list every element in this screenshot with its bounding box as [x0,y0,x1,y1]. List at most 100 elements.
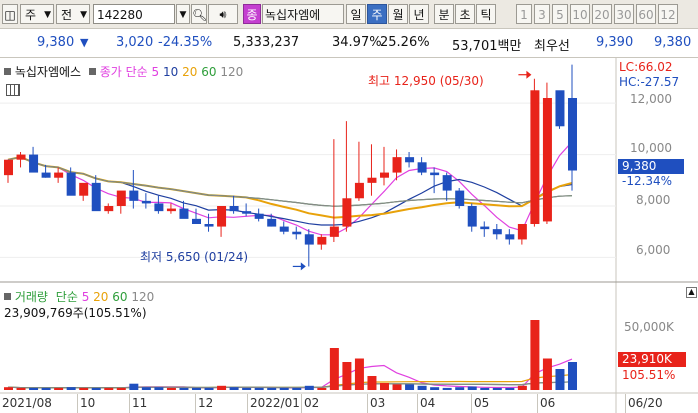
period-button-3[interactable]: 년 [409,4,429,24]
period-button-1[interactable]: 주 [367,4,387,24]
candle-body [129,190,139,201]
period-button-6[interactable]: 틱 [476,4,496,24]
x-tick-3: 12 [198,396,214,410]
candle-body [204,224,214,227]
ma60-label: 60 [201,65,217,79]
y-tick-10000: 10,000 [630,141,672,155]
ma120-label: 120 [220,65,244,79]
candle-body [568,98,577,171]
search-button[interactable]: 🔍︎ [191,4,207,24]
volume-current-tag: 23,910K [618,352,686,367]
hc-label: HC:-27.57 [619,75,680,89]
x-tick-2: 11 [132,396,148,410]
volume-bar [279,387,289,390]
chevron-down-icon: ▼ [44,10,51,20]
period-button-2[interactable]: 월 [388,4,408,24]
speaker-icon: 🔊︎ [219,8,227,21]
vma5-label: 5 [81,290,90,304]
sound-button[interactable]: 🔊︎ [208,4,238,24]
interval-button-1[interactable]: 1 [516,4,532,24]
volume-bar [179,387,189,390]
ma5-label: 5 [151,65,160,79]
volume-bar [292,387,302,390]
market-select[interactable]: 전 ▼ [56,4,90,24]
current-price-tag: 9,380 [618,159,684,174]
high-annotation: 최고 12,950 (05/30) [368,74,484,88]
current-pct-tag: -12.34% [618,174,686,189]
volume-bar [542,358,552,390]
panel-collapse-icon[interactable]: ▲ [686,287,697,298]
volume-bar [380,383,389,390]
stock-name-field[interactable]: 녹십자엠에 [262,4,344,24]
candle-body [555,90,565,127]
volume-bar [505,387,515,390]
ma10-label: 10 [163,65,179,79]
price-change: 3,020 [116,35,154,50]
x-tick-mark [417,394,418,413]
candle-body [467,206,477,227]
grid-toggle-icon[interactable] [6,84,20,96]
interval-button-30[interactable]: 30 [614,4,634,24]
volume-legend: 거래량 단순 5 20 60 120 [4,288,154,305]
interval-button-10[interactable]: 10 [570,4,590,24]
stock-tag-badge[interactable]: 종 [243,4,261,24]
volume-bar [430,387,440,390]
interval-button-5[interactable]: 5 [552,4,568,24]
price-legend-name: 녹십자엠에스 [14,65,82,79]
candle-body [242,211,252,214]
candle-body [217,206,227,227]
volume-bar [530,320,540,390]
code-dropdown-button[interactable]: ▼ [176,4,190,24]
price-legend: 녹십자엠에스 종가 단순 5 10 20 60 120 [4,63,243,80]
legend-box-icon [88,68,96,75]
stock-code-input[interactable]: 142280 [93,4,175,24]
x-tick-4: 2022/01 [250,396,300,410]
interval-button-3[interactable]: 3 [534,4,550,24]
x-tick-mark [367,394,368,413]
candle-body [455,190,465,206]
candle-body [66,172,76,196]
x-tick-mark [247,394,248,413]
volume-bar [367,376,377,390]
volume-bar [329,348,339,390]
period-button-0[interactable]: 일 [346,4,366,24]
candle-body [342,198,352,227]
y-tick-12000: 12,000 [630,92,672,106]
window-menu-icon[interactable]: ◫ [2,4,18,24]
candle-body [29,154,39,173]
volume-bar [192,387,201,390]
candle-body [54,172,64,178]
candle-body [354,182,364,199]
volume-bar [79,387,89,390]
ask-price: 9,380 [654,35,692,50]
interval-button-20[interactable]: 20 [592,4,612,24]
period-select[interactable]: 주 ▼ [20,4,54,24]
volume-bar [217,385,227,390]
period-button-4[interactable]: 분 [434,4,454,24]
vma60-label: 60 [112,290,128,304]
x-tick-8: 05 [474,396,490,410]
interval-button-60[interactable]: 60 [636,4,656,24]
trade-volume: 5,333,237 [233,35,300,50]
period-button-5[interactable]: 초 [455,4,475,24]
x-tick-5: 02 [304,396,320,410]
stock-chart[interactable] [0,58,698,413]
lc-label: LC:66.02 [619,60,673,74]
candle-body [154,203,164,212]
volume-bar [267,387,277,390]
volume-bar [41,387,51,390]
chevron-down-icon: ▼ [80,10,87,20]
low-annotation: 최저 5,650 (01/24) [140,250,249,264]
volume-bar [392,384,402,390]
vma120-label: 120 [131,290,155,304]
volume-bar [405,384,415,390]
candle-body [254,213,264,219]
candle-body [304,234,314,245]
interval-button-12[interactable]: 12 [658,4,678,24]
volume-bar [417,385,427,390]
toolbar: ◫ 주 ▼ 전 ▼ 142280 ▼ 🔍︎ 🔊︎ 종 녹십자엠에 일주월년분초틱 1… [0,0,698,29]
volume-bar [517,385,527,390]
candle-body [380,172,389,178]
volume-bar [116,387,126,390]
volume-bar [141,387,151,390]
